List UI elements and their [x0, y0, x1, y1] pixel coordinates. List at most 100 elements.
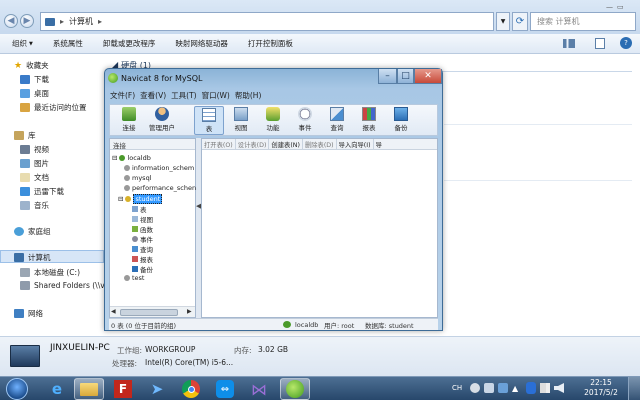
clock-time: 22:15 — [590, 378, 612, 387]
events-button[interactable]: 事件 — [290, 106, 320, 135]
menu-tools[interactable]: 工具(T) — [171, 90, 196, 103]
tree-db[interactable]: test — [124, 274, 144, 282]
downloads-icon — [20, 75, 30, 84]
flag-icon[interactable] — [540, 383, 550, 393]
nav-libraries[interactable]: 库 — [14, 130, 36, 141]
open-table-button[interactable]: 打开表(O) — [202, 139, 236, 149]
address-dropdown-icon[interactable]: ▼ — [496, 12, 510, 31]
functions-button[interactable]: 功能 — [258, 106, 288, 135]
view-options-icon[interactable] — [563, 39, 575, 48]
ime-icon[interactable] — [470, 383, 480, 393]
pictures-icon — [20, 159, 30, 168]
nav-videos[interactable]: 视频 — [20, 144, 49, 155]
delete-table-button[interactable]: 删除表(D) — [303, 139, 337, 149]
tree-item-functions[interactable]: 函数 — [132, 224, 153, 234]
tree-db[interactable]: information_schem — [124, 164, 194, 172]
menu-help[interactable]: 帮助(H) — [235, 90, 262, 103]
tree-item-tables[interactable]: 表 — [132, 204, 147, 214]
tables-button[interactable]: 表 — [194, 106, 224, 135]
memory-label: 内存: — [234, 346, 252, 355]
minimize-icon[interactable]: – — [378, 69, 397, 84]
reports-button[interactable]: 报表 — [354, 106, 384, 135]
design-table-button[interactable]: 设计表(D) — [236, 139, 270, 149]
taskbar-app[interactable]: ➤ — [142, 378, 172, 400]
tray-icon[interactable] — [498, 383, 508, 393]
nav-favorites[interactable]: ★ 收藏夹 — [14, 60, 49, 71]
import-wizard-button[interactable]: 导入向导(I) — [337, 139, 374, 149]
nav-thunder-downloads[interactable]: 迅雷下载 — [20, 186, 64, 197]
tree-item-reports[interactable]: 报表 — [132, 254, 153, 264]
clock[interactable]: 22:15 2017/5/2 — [580, 378, 622, 398]
search-input[interactable]: 搜索 计算机 — [530, 12, 636, 31]
maximize-icon[interactable]: ▭ — [617, 3, 624, 11]
menu-window[interactable]: 窗口(W) — [202, 90, 230, 103]
nav-local-disk[interactable]: 本地磁盘 (C:) — [20, 267, 80, 278]
keyboard-icon[interactable] — [484, 383, 494, 393]
nav-documents[interactable]: 文档 — [20, 172, 49, 183]
nav-recent[interactable]: 最近访问的位置 — [20, 102, 87, 113]
nav-homegroup[interactable]: 家庭组 — [14, 226, 51, 237]
show-desktop-button[interactable] — [628, 377, 640, 400]
horizontal-scrollbar[interactable]: ◀ ▶ — [110, 306, 195, 317]
minimize-icon[interactable]: — — [606, 3, 613, 11]
help-icon[interactable]: ? — [620, 37, 632, 49]
computer-icon — [45, 17, 55, 26]
manage-users-button[interactable]: 管理用户 — [144, 106, 180, 135]
organize-button[interactable]: 组织 — [0, 38, 27, 49]
preview-pane-icon[interactable] — [595, 38, 605, 49]
refresh-icon[interactable]: ⟳ — [512, 12, 528, 31]
nav-network[interactable]: 网络 — [14, 308, 43, 319]
connect-icon — [122, 107, 136, 121]
taskbar-teamviewer[interactable]: ⇔ — [210, 378, 240, 400]
views-button[interactable]: 视图 — [226, 106, 256, 135]
language-indicator[interactable]: CH — [452, 384, 462, 392]
nav-pictures[interactable]: 图片 — [20, 158, 49, 169]
tree-db[interactable]: performance_schen — [124, 184, 196, 192]
show-hidden-icons[interactable]: ▲ — [512, 384, 518, 393]
nav-desktop[interactable]: 桌面 — [20, 88, 49, 99]
taskbar-chrome[interactable] — [176, 378, 206, 400]
tree-db-student[interactable]: ⊟ student — [118, 194, 163, 204]
content-line — [444, 124, 632, 125]
taskbar-ie[interactable]: e — [42, 378, 72, 400]
forward-icon[interactable]: ▶ — [20, 14, 34, 28]
taskbar-navicat[interactable] — [280, 378, 310, 400]
taskbar-explorer[interactable] — [74, 378, 104, 400]
connection-tree-panel: 连接 ⊟ localdb information_schem mysql perf… — [109, 138, 196, 318]
create-table-button[interactable]: 创建表(N) — [269, 139, 303, 149]
start-button[interactable] — [6, 378, 28, 400]
tree-item-queries[interactable]: 查询 — [132, 244, 153, 254]
menu-file[interactable]: 文件(F) — [110, 90, 135, 103]
tree-item-events[interactable]: 事件 — [132, 234, 153, 244]
scroll-thumb[interactable] — [120, 309, 178, 316]
tree-item-backup[interactable]: 备份 — [132, 264, 153, 274]
scroll-left-icon[interactable]: ◀ — [111, 308, 116, 315]
nav-computer[interactable]: 计算机 — [14, 252, 51, 263]
queries-button[interactable]: 查询 — [322, 106, 352, 135]
back-icon[interactable]: ◀ — [4, 14, 18, 28]
system-properties-button[interactable]: 系统属性 — [33, 38, 83, 49]
backup-button[interactable]: 备份 — [386, 106, 416, 135]
volume-icon[interactable] — [554, 383, 564, 393]
connect-button[interactable]: 连接 — [114, 106, 144, 135]
menu-view[interactable]: 查看(V) — [140, 90, 166, 103]
close-icon[interactable]: ✕ — [414, 69, 442, 84]
maximize-icon[interactable]: □ — [397, 69, 414, 84]
scroll-right-icon[interactable]: ▶ — [187, 308, 192, 315]
nav-downloads[interactable]: 下载 — [20, 74, 49, 85]
control-panel-button[interactable]: 打开控制面板 — [228, 38, 293, 49]
music-icon — [20, 201, 30, 210]
uninstall-button[interactable]: 卸载或更改程序 — [83, 38, 156, 49]
map-drive-button[interactable]: 映射网络驱动器 — [155, 38, 228, 49]
export-button[interactable]: 导 — [374, 139, 384, 149]
taskbar-filezilla[interactable]: F — [108, 378, 138, 400]
tree-connection-localdb[interactable]: ⊟ localdb — [112, 154, 151, 162]
nav-shared-folders[interactable]: Shared Folders (\\vr — [20, 281, 108, 290]
taskbar-vs[interactable]: ⋈ — [244, 378, 274, 400]
address-field[interactable]: ▸ 计算机 ▸ — [40, 12, 494, 31]
nav-music[interactable]: 音乐 — [20, 200, 49, 211]
tree-item-views[interactable]: 视图 — [132, 214, 153, 224]
bluetooth-icon[interactable] — [526, 382, 536, 394]
tree-db[interactable]: mysql — [124, 174, 152, 182]
function-icon — [266, 107, 280, 121]
